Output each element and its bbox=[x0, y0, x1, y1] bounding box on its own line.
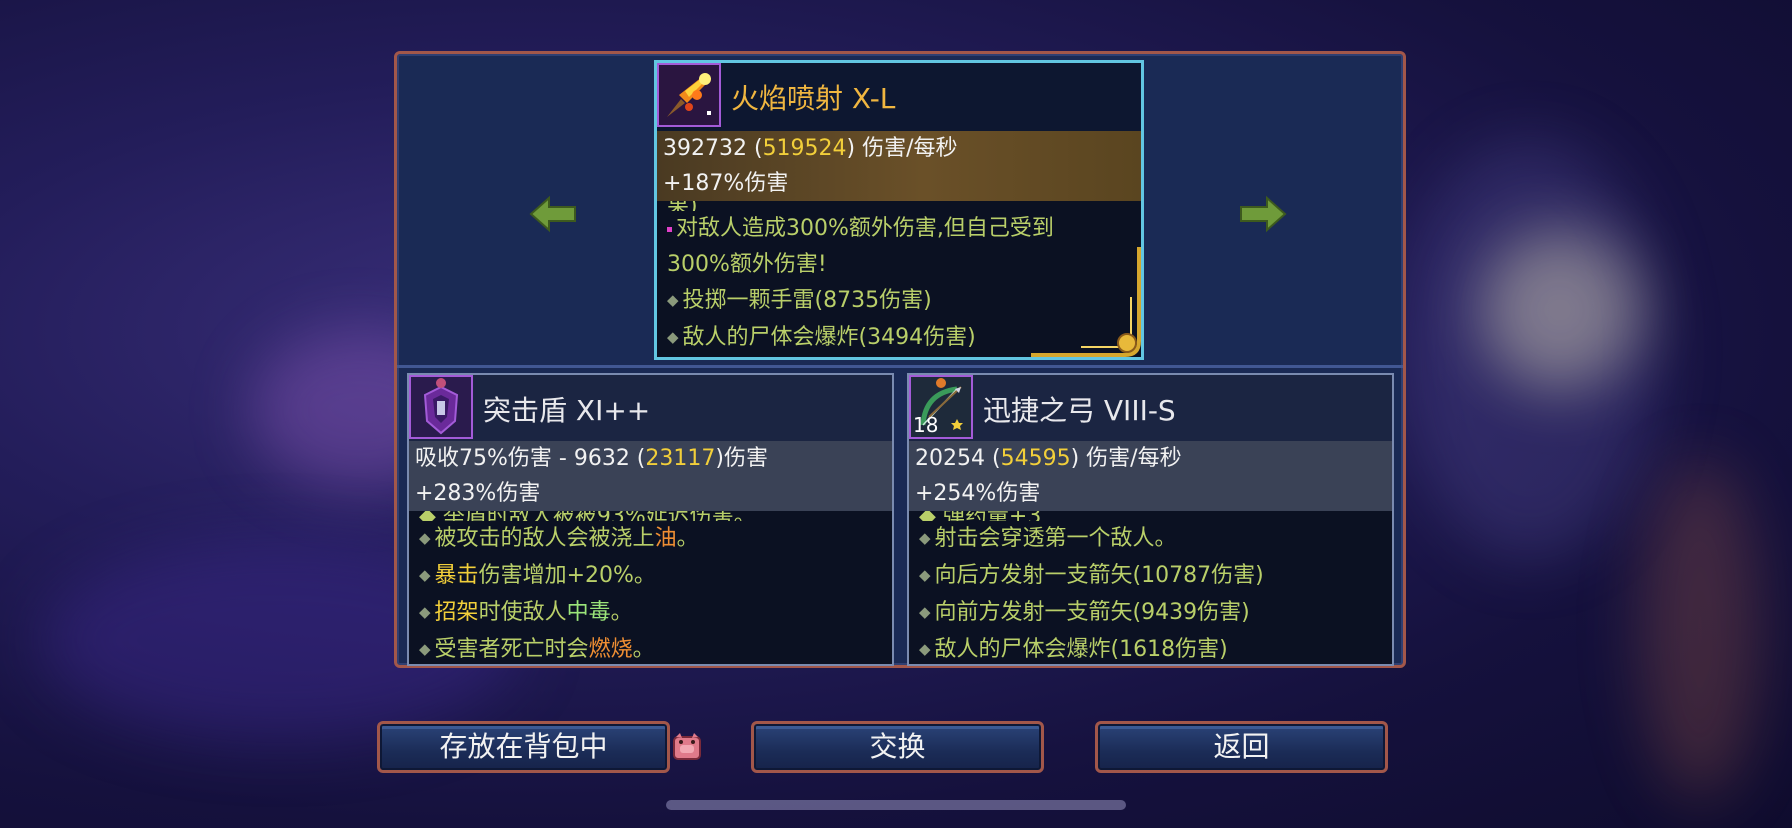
background-glow bbox=[1640, 460, 1760, 800]
item-description: 果) 对敌人造成300%额外伤害,但自己受到300%额外伤害! ◆投掷一颗手雷(… bbox=[657, 201, 1141, 357]
effect-line: ◆ 受害者死亡时会燃烧。 bbox=[419, 637, 655, 662]
right-arrow-icon[interactable] bbox=[1235, 194, 1287, 234]
stat-band: 392732 (519524) 伤害/每秒 +187%伤害 bbox=[657, 131, 1141, 201]
dps-stat: 392732 (519524) 伤害/每秒 bbox=[663, 136, 958, 161]
card-header: 火焰喷射 X-L bbox=[657, 63, 1141, 131]
affix-marker-icon bbox=[667, 226, 672, 232]
effect-line: ◆ 招架时使敌人中毒。 bbox=[419, 600, 633, 625]
effect-line: ◆ 射击会穿透第一个敌人。 bbox=[919, 526, 1177, 551]
left-arrow-icon[interactable] bbox=[529, 194, 581, 234]
effect-line: ◆ 敌人的尸体会爆炸(3494伤害) bbox=[667, 325, 976, 350]
item-level: 18 bbox=[913, 413, 939, 437]
bullet-icon: ◆ bbox=[419, 566, 431, 584]
bullet-icon: ◆ bbox=[419, 529, 431, 547]
bullet-icon: ◆ bbox=[919, 566, 931, 584]
equipped-item-card-right[interactable]: 18 迅捷之弓 VIII-S 20254 (54595) 伤害/每秒 +254%… bbox=[907, 373, 1394, 666]
cut-line: 果) bbox=[667, 201, 1131, 211]
stat-band: 吸收75%伤害 - 9632 (23117)伤害 +283%伤害 bbox=[409, 441, 892, 511]
bullet-icon: ◆ bbox=[667, 328, 679, 346]
item-description: ◆ 举盾时敌人被被93%延迟伤害。 ◆被攻击的敌人会被浇上油。 ◆暴击伤害增加+… bbox=[409, 511, 892, 664]
damage-bonus: +283%伤害 bbox=[415, 481, 541, 506]
store-in-backpack-button[interactable]: 存放在背包中 bbox=[377, 721, 670, 773]
item-description: ◆ 弹药量+3 ◆射击会穿透第一个敌人。 ◆向后方发射一支箭矢(10787伤害)… bbox=[909, 511, 1392, 664]
bullet-icon: ◆ bbox=[419, 640, 431, 658]
item-title: 迅捷之弓 VIII-S bbox=[983, 394, 1176, 427]
home-indicator[interactable] bbox=[666, 800, 1126, 810]
effect-line: ◆ 向前方发射一支箭矢(9439伤害) bbox=[919, 600, 1250, 625]
effect-line: ◆ 向后方发射一支箭矢(10787伤害) bbox=[919, 563, 1264, 588]
damage-bonus: +254%伤害 bbox=[915, 481, 1041, 506]
back-button[interactable]: 返回 bbox=[1095, 721, 1388, 773]
cut-line: ◆ 弹药量+3 bbox=[919, 511, 1382, 521]
absorb-stat: 吸收75%伤害 - 9632 (23117)伤害 bbox=[415, 446, 768, 471]
effect-line: ◆ 敌人的尸体会爆炸(1618伤害) bbox=[919, 637, 1228, 662]
item-title: 火焰喷射 X-L bbox=[731, 82, 896, 115]
bullet-icon: ◆ bbox=[919, 529, 931, 547]
bullet-icon: ◆ bbox=[919, 603, 931, 621]
dps-stat: 20254 (54595) 伤害/每秒 bbox=[915, 446, 1182, 471]
pig-icon bbox=[673, 733, 701, 760]
special-effect: 对敌人造成300%额外伤害,但自己受到300%额外伤害! bbox=[667, 216, 1054, 277]
stat-band: 20254 (54595) 伤害/每秒 +254%伤害 bbox=[909, 441, 1392, 511]
item-compare-panel: 火焰喷射 X-L 392732 (519524) 伤害/每秒 +187%伤害 果… bbox=[394, 51, 1406, 668]
equipped-item-card-left[interactable]: 突击盾 XI++ 吸收75%伤害 - 9632 (23117)伤害 +283%伤… bbox=[407, 373, 894, 666]
assault-shield-icon bbox=[409, 375, 473, 439]
item-title: 突击盾 XI++ bbox=[483, 394, 651, 427]
effect-line: ◆ 投掷一颗手雷(8735伤害) bbox=[667, 288, 932, 313]
effect-line: ◆ 暴击伤害增加+20%。 bbox=[419, 563, 656, 588]
card-header: 18 迅捷之弓 VIII-S bbox=[909, 375, 1392, 441]
flamethrower-icon bbox=[657, 63, 721, 127]
damage-bonus: +187%伤害 bbox=[663, 171, 789, 196]
cut-line: ◆ 举盾时敌人被被93%延迟伤害。 bbox=[419, 511, 882, 521]
selected-item-card[interactable]: 火焰喷射 X-L 392732 (519524) 伤害/每秒 +187%伤害 果… bbox=[654, 60, 1144, 360]
bullet-icon: ◆ bbox=[419, 603, 431, 621]
card-header: 突击盾 XI++ bbox=[409, 375, 892, 441]
bullet-icon: ◆ bbox=[919, 640, 931, 658]
panel-divider bbox=[397, 365, 1403, 368]
effect-line: ◆ 被攻击的敌人会被浇上油。 bbox=[419, 526, 699, 551]
bullet-icon: ◆ bbox=[667, 291, 679, 309]
background-glow bbox=[1400, 140, 1660, 560]
swap-button[interactable]: 交换 bbox=[751, 721, 1044, 773]
quick-bow-icon: 18 bbox=[909, 375, 973, 439]
